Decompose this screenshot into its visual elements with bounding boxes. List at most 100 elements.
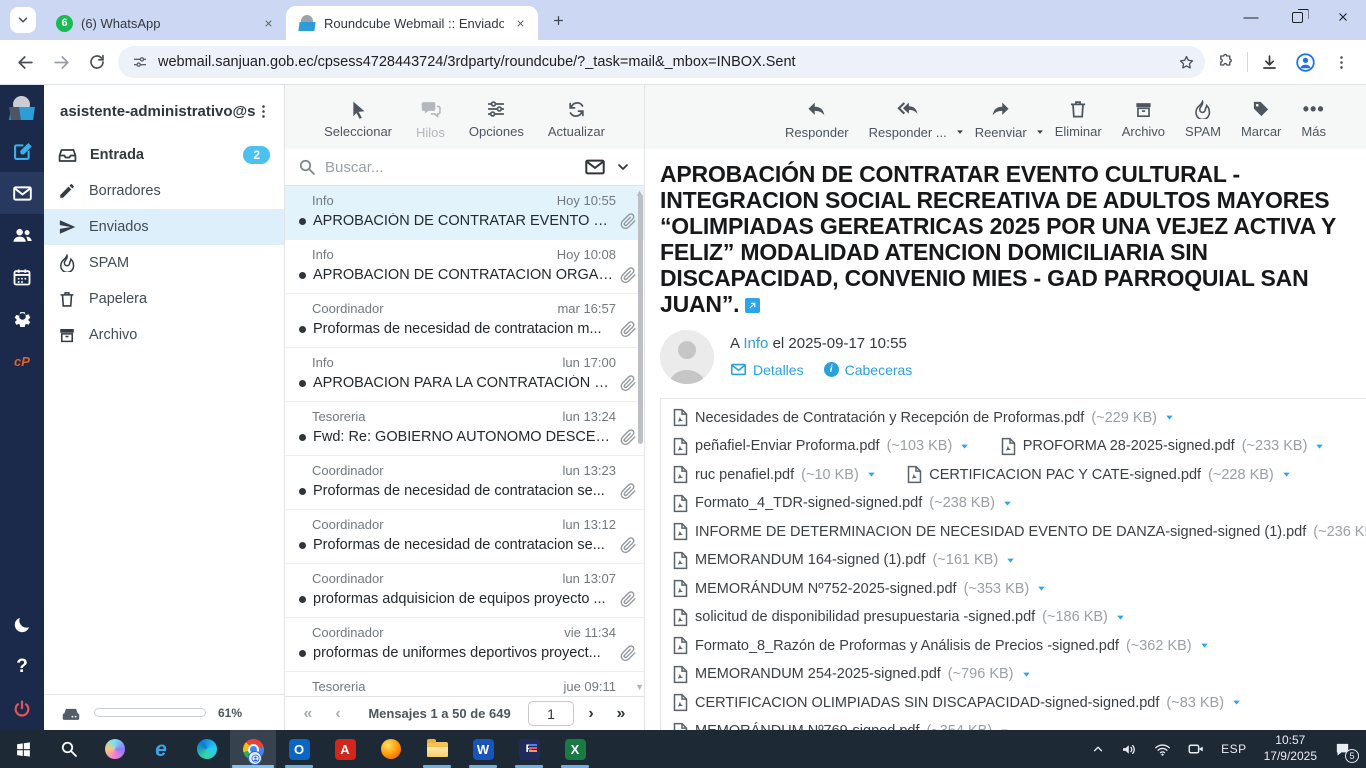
headers-button[interactable]: i Cabeceras (823, 362, 912, 378)
folder-archivo[interactable]: Archivo (44, 317, 284, 353)
message-row[interactable]: Info Hoy 10:55 APROBACIÓN DE CONTRATAR EV… (285, 186, 644, 240)
contacts-nav-button[interactable] (0, 214, 44, 256)
threads-button[interactable]: Hilos (416, 99, 445, 140)
attachment-menu-icon[interactable] (1005, 555, 1016, 566)
attachment-menu-icon[interactable] (959, 441, 970, 452)
refresh-button[interactable]: Actualizar (548, 100, 605, 139)
address-bar[interactable]: webmail.sanjuan.gob.ec/cpsess4728443724/… (118, 46, 1205, 78)
message-row[interactable]: Coordinador vie 11:34 proformas de unifor… (285, 618, 644, 672)
archive-button[interactable]: Archivo (1122, 100, 1165, 139)
forward-dropdown-icon[interactable] (1035, 127, 1045, 137)
calendar-nav-button[interactable] (0, 256, 44, 298)
excel-icon[interactable]: X (552, 730, 598, 768)
list-scrollbar-thumb[interactable] (638, 194, 643, 444)
message-row[interactable]: Coordinador lun 13:12 Proformas de necesi… (285, 510, 644, 564)
mail-nav-button[interactable] (0, 172, 44, 214)
attachment-menu-icon[interactable] (1002, 498, 1013, 509)
reply-all-dropdown-icon[interactable] (955, 127, 965, 137)
folder-papelera[interactable]: Papelera (44, 281, 284, 317)
start-button[interactable] (0, 730, 46, 768)
new-tab-button[interactable] (544, 6, 572, 34)
delete-button[interactable]: Eliminar (1055, 99, 1102, 139)
copilot-icon[interactable] (92, 730, 138, 768)
word-icon[interactable]: W (460, 730, 506, 768)
mark-button[interactable]: Marcar (1241, 99, 1281, 139)
downloads-icon[interactable] (1254, 47, 1284, 77)
attachment-menu-icon[interactable] (1115, 612, 1126, 623)
close-window-button[interactable] (1320, 0, 1366, 34)
language-indicator[interactable]: ESP (1214, 730, 1254, 768)
attachment-chip[interactable]: ruc penafiel.pdf (~10 KB) (673, 465, 877, 485)
account-menu-icon[interactable] (255, 103, 272, 120)
meet-now-icon[interactable] (1180, 730, 1212, 768)
close-tab-icon[interactable] (512, 15, 528, 31)
recipient-link[interactable]: Info (743, 335, 768, 352)
volume-icon[interactable] (1114, 730, 1145, 768)
attachment-chip[interactable]: CERTIFICACION OLIMPIADAS SIN DISCAPACIDA… (673, 693, 1242, 713)
outlook-icon[interactable]: O (276, 730, 322, 768)
attachment-chip[interactable]: Formato_8_Razón de Proformas y Análisis … (673, 636, 1210, 656)
tray-expand-icon[interactable] (1084, 730, 1112, 768)
wifi-icon[interactable] (1147, 730, 1178, 768)
message-row[interactable]: Coordinador mar 16:57 Proformas de necesi… (285, 294, 644, 348)
reply-all-button[interactable]: Responder ... (869, 98, 947, 140)
last-page-button[interactable]: » (608, 705, 634, 723)
notifications-icon[interactable]: 5 (1327, 730, 1359, 768)
forward-button[interactable] (46, 47, 76, 77)
clock[interactable]: 10:57 17/9/2025 (1256, 733, 1325, 764)
browser-menu-icon[interactable] (1326, 47, 1356, 77)
cpanel-icon[interactable]: cP (0, 340, 44, 382)
attachment-chip[interactable]: INFORME DE DETERMINACION DE NECESIDAD EV… (673, 522, 1366, 542)
compose-button[interactable] (0, 130, 44, 172)
extensions-icon[interactable] (1211, 47, 1241, 77)
f-app-icon[interactable]: F (506, 730, 552, 768)
acrobat-icon[interactable]: A (322, 730, 368, 768)
edge-icon[interactable] (184, 730, 230, 768)
attachment-menu-icon[interactable] (1231, 697, 1242, 708)
folder-spam[interactable]: SPAM (44, 245, 284, 281)
more-button[interactable]: ••• Más (1301, 99, 1326, 139)
folder-borradores[interactable]: Borradores (44, 173, 284, 209)
reply-button[interactable]: Responder (785, 99, 849, 140)
darkmode-icon[interactable] (0, 604, 44, 646)
attachment-chip[interactable]: PROFORMA 28-2025-signed.pdf (~233 KB) (1001, 436, 1326, 456)
close-tab-icon[interactable] (260, 15, 276, 31)
first-page-button[interactable]: « (295, 705, 321, 723)
page-number-input[interactable] (528, 701, 574, 726)
restore-button[interactable] (1274, 0, 1320, 34)
attachment-chip[interactable]: Formato_4_TDR-signed-signed.pdf (~238 KB) (673, 493, 1013, 513)
message-row[interactable]: Info lun 17:00 APROBACION PARA LA CONTRAT… (285, 348, 644, 402)
forward-button[interactable]: Reenviar (975, 99, 1027, 140)
open-in-new-window-icon[interactable] (745, 297, 761, 313)
back-button[interactable] (10, 47, 40, 77)
spam-button[interactable]: SPAM (1185, 100, 1221, 139)
next-page-button[interactable]: › (578, 705, 604, 723)
folder-enviados[interactable]: Enviados (44, 209, 284, 245)
attachment-chip[interactable]: peñafiel-Enviar Proforma.pdf (~103 KB) (673, 436, 970, 456)
attachment-chip[interactable]: MEMORANDUM 164-signed (1).pdf (~161 KB) (673, 550, 1016, 570)
firefox-icon[interactable] (368, 730, 414, 768)
message-row[interactable]: Info Hoy 10:08 APROBACION DE CONTRATACION… (285, 240, 644, 294)
attachment-chip[interactable]: CERTIFICACION PAC Y CATE-signed.pdf (~228… (907, 465, 1292, 485)
attachment-menu-icon[interactable] (1164, 412, 1175, 423)
reload-button[interactable] (82, 47, 112, 77)
message-row[interactable]: Tesoreria jue 09:11 (285, 672, 644, 696)
search-scope-mail-icon[interactable] (584, 156, 606, 178)
folder-entrada[interactable]: Entrada 2 (44, 137, 284, 173)
minimize-button[interactable]: — (1228, 0, 1274, 34)
attachment-menu-icon[interactable] (1036, 583, 1047, 594)
attachment-chip[interactable]: solicitud de disponibilidad presupuestar… (673, 607, 1126, 627)
profile-icon[interactable] (1290, 47, 1320, 77)
search-input[interactable] (325, 158, 575, 176)
attachment-menu-icon[interactable] (1199, 640, 1210, 651)
attachment-menu-icon[interactable] (1021, 669, 1032, 680)
attachment-menu-icon[interactable] (1281, 469, 1292, 480)
internet-explorer-icon[interactable]: e (138, 730, 184, 768)
attachment-chip[interactable]: MEMORÁNDUM Nº769-signed.pdf (~354 KB) (673, 721, 1010, 730)
attachment-chip[interactable]: MEMORANDUM 254-2025-signed.pdf (~796 KB) (673, 664, 1032, 684)
logout-icon[interactable] (0, 688, 44, 730)
tab-search-button[interactable] (10, 7, 36, 33)
scroll-down-icon[interactable]: ▼ (635, 682, 644, 692)
message-row[interactable]: Tesoreria lun 13:24 Fwd: Re: GOBIERNO AUT… (285, 402, 644, 456)
help-icon[interactable]: ? (0, 646, 44, 688)
